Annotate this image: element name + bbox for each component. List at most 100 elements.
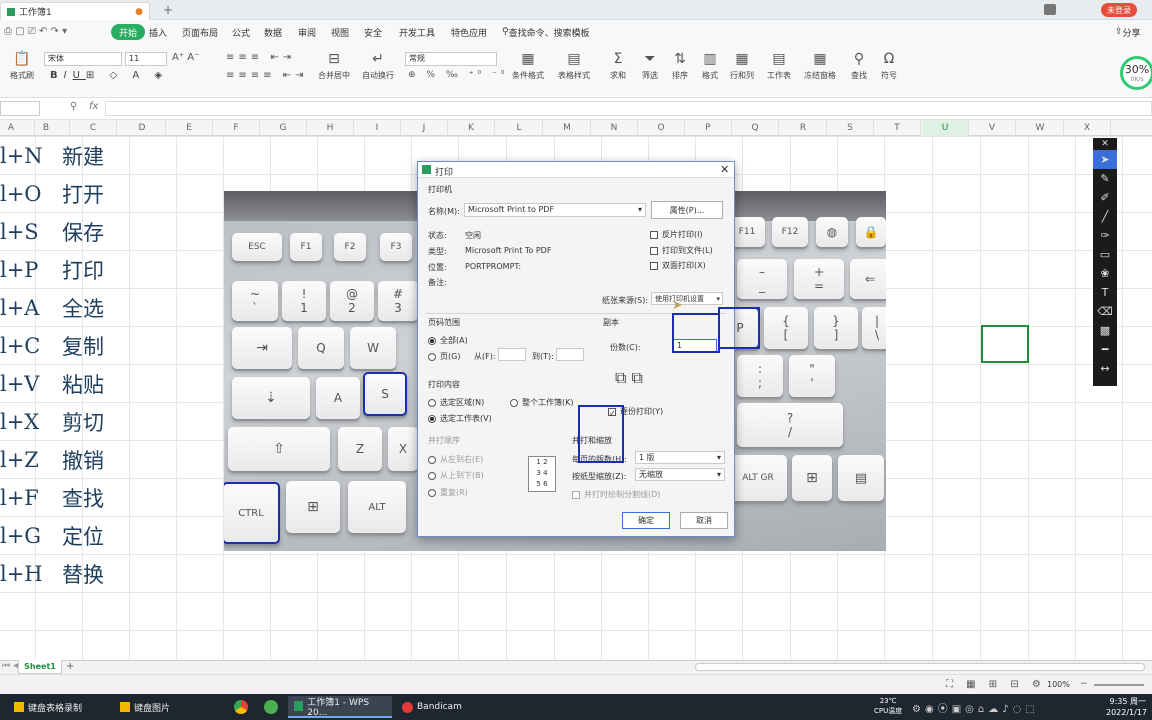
cell-action[interactable]: 打印 — [62, 251, 122, 289]
column-header-r[interactable]: R — [780, 120, 827, 136]
close-icon[interactable]: ✕ — [1093, 138, 1117, 150]
cell-shortcut[interactable]: l+Z — [0, 441, 56, 479]
sort-button[interactable]: ⇅ 排序 — [666, 50, 694, 81]
cell-action[interactable]: 新建 — [62, 137, 122, 175]
cell-shortcut[interactable]: l+S — [0, 213, 56, 251]
menu-security[interactable]: 安全 — [362, 24, 384, 40]
menu-review[interactable]: 审阅 — [296, 24, 318, 40]
cell-action[interactable]: 定位 — [62, 517, 122, 555]
column-header-j[interactable]: J — [401, 120, 448, 136]
new-tab-button[interactable]: + — [163, 3, 173, 17]
active-sheet-radio[interactable]: 选定工作表(V) — [428, 413, 492, 424]
column-header-x[interactable]: X — [1064, 120, 1111, 136]
column-header-u[interactable]: U — [922, 120, 969, 136]
taskbar-item-wps[interactable]: 工作簿1 - WPS 20... — [288, 696, 392, 718]
column-header-d[interactable]: D — [119, 120, 166, 136]
cell-shortcut[interactable]: l+P — [0, 251, 56, 289]
menu-home[interactable]: 开始 — [111, 24, 146, 40]
column-header-e[interactable]: E — [166, 120, 213, 136]
expand-icon[interactable]: ↔ — [1093, 359, 1117, 378]
column-header-i[interactable]: I — [354, 120, 401, 136]
column-header-v[interactable]: V — [969, 120, 1016, 136]
cell-shortcut[interactable]: l+X — [0, 403, 56, 441]
left-to-right-radio[interactable]: 从左到右(E) — [428, 454, 483, 465]
whole-workbook-radio[interactable]: 整个工作簿(K) — [510, 397, 574, 408]
view-mode-icons[interactable]: ⛶ ▦ ⊞ ⊟ ⚙ — [946, 679, 1046, 690]
conditional-format-button[interactable]: ▦ 条件格式 — [506, 50, 550, 81]
cell-action[interactable]: 粘贴 — [62, 365, 122, 403]
dialog-close-button[interactable]: ✕ — [720, 163, 729, 176]
draw-borders-checkbox[interactable]: 并打时绘制分割线(D) — [572, 489, 660, 500]
taskbar-item-bandicam[interactable]: Bandicam — [396, 696, 468, 718]
column-header-w[interactable]: W — [1017, 120, 1064, 136]
add-sheet-button[interactable]: + — [66, 661, 74, 672]
column-header-h[interactable]: H — [307, 120, 354, 136]
font-select[interactable]: 宋体 — [44, 52, 122, 66]
cell-shortcut[interactable]: l+C — [0, 327, 56, 365]
chrome-icon[interactable] — [228, 696, 254, 718]
number-format-select[interactable]: 常规 — [405, 52, 497, 66]
command-search[interactable]: ⚲ 查找命令、搜索模板 — [500, 24, 592, 40]
ok-button[interactable]: 确定 — [622, 512, 670, 529]
from-page-input[interactable] — [498, 348, 526, 361]
cell-action[interactable]: 剪切 — [62, 403, 122, 441]
cell-shortcut[interactable]: l+O — [0, 175, 56, 213]
symbol-button[interactable]: Ω 符号 — [876, 50, 902, 81]
selected-cell[interactable] — [981, 325, 1029, 363]
column-header-t[interactable]: T — [874, 120, 921, 136]
rectangle-icon[interactable]: ▭ — [1093, 245, 1117, 264]
window-icon[interactable] — [1044, 4, 1056, 15]
formula-input[interactable] — [105, 101, 1152, 116]
printer-select[interactable]: Microsoft Print to PDF ▾ — [464, 203, 646, 217]
cell-action[interactable]: 全选 — [62, 289, 122, 327]
pages-per-sheet-select[interactable]: 1 版 ▾ — [635, 451, 725, 464]
menu-formula[interactable]: 公式 — [230, 24, 252, 40]
top-to-bottom-radio[interactable]: 从上到下(B) — [428, 470, 484, 481]
pointer-icon[interactable]: ➤ — [1093, 150, 1117, 169]
cell-action[interactable]: 撤销 — [62, 441, 122, 479]
duplex-checkbox[interactable]: 双面打印(X) — [650, 260, 706, 271]
cell-shortcut[interactable]: l+V — [0, 365, 56, 403]
column-header-p[interactable]: P — [685, 120, 732, 136]
merge-center-button[interactable]: ⊟ 合并居中 — [314, 50, 354, 81]
zoom-formula-icon[interactable]: ⚲ — [70, 101, 77, 112]
selection-radio[interactable]: 选定区域(N) — [428, 397, 484, 408]
paste-button[interactable]: 📋 格式刷 — [8, 50, 36, 81]
font-style-buttons[interactable]: BIU⊞ ◇ A ◈ — [50, 70, 168, 81]
taskbar-item-images[interactable]: 键盘图片 — [114, 696, 176, 718]
line-width-icon[interactable]: ━ — [1093, 340, 1117, 359]
table-style-button[interactable]: ▤ 表格样式 — [552, 50, 596, 81]
reverse-print-checkbox[interactable]: 反片打印(I) — [650, 229, 703, 240]
column-header-g[interactable]: G — [260, 120, 307, 136]
menu-data[interactable]: 数据 — [262, 24, 284, 40]
worksheet-button[interactable]: ▤ 工作表 — [762, 50, 796, 81]
cell-action[interactable]: 打开 — [62, 175, 122, 213]
cancel-button[interactable]: 取消 — [680, 512, 728, 529]
name-box[interactable] — [0, 101, 40, 116]
eraser-icon[interactable]: ⌫ — [1093, 302, 1117, 321]
pages-radio[interactable]: 页(G) — [428, 351, 460, 362]
column-header-m[interactable]: M — [544, 120, 591, 136]
marker-icon[interactable]: ✐ — [1093, 188, 1117, 207]
to-page-input[interactable] — [556, 348, 584, 361]
cell-action[interactable]: 查找 — [62, 479, 122, 517]
menu-special[interactable]: 特色应用 — [449, 24, 489, 40]
share-button[interactable]: ⇪ 分享 — [1113, 24, 1143, 40]
menu-dev-tools[interactable]: 开发工具 — [397, 24, 437, 40]
pen-icon[interactable]: ✎ — [1093, 169, 1117, 188]
performance-meter[interactable]: 30% 0K/s — [1120, 56, 1152, 90]
zoom-slider[interactable] — [1094, 684, 1144, 686]
row-col-button[interactable]: ▦ 行和列 — [726, 50, 758, 81]
all-pages-radio[interactable]: 全部(A) — [428, 335, 468, 346]
paper-source-select[interactable]: 使用打印机设置 ▾ — [651, 292, 723, 305]
column-header-q[interactable]: Q — [732, 120, 779, 136]
browser-icon[interactable] — [258, 696, 284, 718]
fx-icon[interactable]: fx — [89, 101, 98, 112]
quick-access-icons[interactable]: ⎙ ▢ ⎚ ↶ ↷ ▾ — [4, 26, 67, 37]
column-header-s[interactable]: S — [827, 120, 874, 136]
find-button[interactable]: ⚲ 查找 — [846, 50, 872, 81]
cell-shortcut[interactable]: l+N — [0, 137, 56, 175]
properties-button[interactable]: 属性(P)... — [651, 201, 723, 219]
line-icon[interactable]: ╱ — [1093, 207, 1117, 226]
cell-shortcut[interactable]: l+H — [0, 555, 56, 593]
